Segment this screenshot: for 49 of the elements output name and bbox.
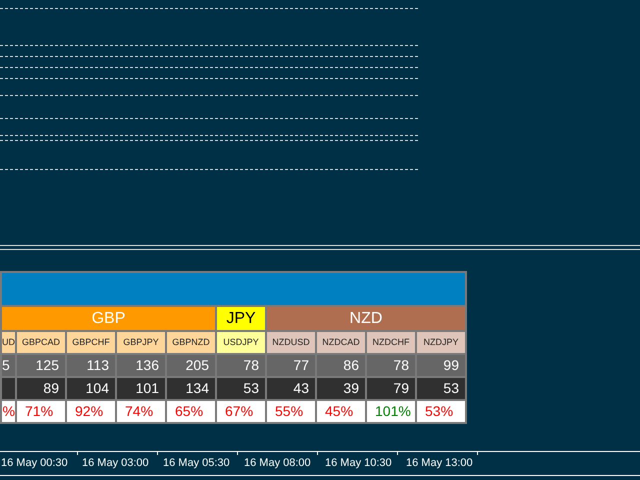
currency-header: GBP xyxy=(2,307,215,330)
percent-cell: 53% xyxy=(417,401,465,422)
currency-header: NZD xyxy=(267,307,465,330)
table-cell: 113 xyxy=(67,355,115,376)
table-cell: 125 xyxy=(17,355,65,376)
table-cell: 78 xyxy=(367,355,415,376)
empty-table-cell xyxy=(2,378,15,399)
pair-name: NZDCHF xyxy=(367,332,415,353)
pair-name: GBPCHF xyxy=(67,332,115,353)
percent-cell: 92% xyxy=(67,401,115,422)
time-label: 16 May 08:00 xyxy=(243,457,312,469)
table-cell: 53 xyxy=(417,378,465,399)
table-cell: 104 xyxy=(67,378,115,399)
table-cell: 86 xyxy=(317,355,365,376)
table-cell: 89 xyxy=(17,378,65,399)
table-cell: 99 xyxy=(417,355,465,376)
currency-header: JPY xyxy=(217,307,265,330)
table-cell: 5 xyxy=(2,355,15,376)
table-cell: 205 xyxy=(167,355,215,376)
pair-name: UD xyxy=(2,332,15,353)
percent-cell: 101% xyxy=(367,401,415,422)
pair-name: GBPJPY xyxy=(117,332,165,353)
time-label: 16 May 05:30 xyxy=(162,457,231,469)
table-cell: 78 xyxy=(217,355,265,376)
percent-cell: 65% xyxy=(167,401,215,422)
pair-name: NZDJPY xyxy=(417,332,465,353)
time-label: 16 May 13:00 xyxy=(405,457,474,469)
time-label: 16 May 00:30 xyxy=(0,457,69,469)
percent-cell: 74% xyxy=(117,401,165,422)
pair-name: USDJPY xyxy=(217,332,265,353)
time-label: 16 May 10:30 xyxy=(324,457,393,469)
table-cell: 79 xyxy=(367,378,415,399)
percent-cell: 45% xyxy=(317,401,365,422)
table-cell: 53 xyxy=(217,378,265,399)
table-cell: 134 xyxy=(167,378,215,399)
table-cell: 77 xyxy=(267,355,315,376)
pair-name: NZDCAD xyxy=(317,332,365,353)
percent-cell: 67% xyxy=(217,401,265,422)
table-cell: 43 xyxy=(267,378,315,399)
percent-cell: 71% xyxy=(17,401,65,422)
table-cell: 136 xyxy=(117,355,165,376)
percent-cell: 55% xyxy=(267,401,315,422)
table-cell: 39 xyxy=(317,378,365,399)
time-label: 16 May 03:00 xyxy=(81,457,150,469)
percent-cell: % xyxy=(2,401,15,422)
pair-name: GBPNZD xyxy=(167,332,215,353)
pair-name: GBPCAD xyxy=(17,332,65,353)
pair-name: NZDUSD xyxy=(267,332,315,353)
table-cell: 101 xyxy=(117,378,165,399)
